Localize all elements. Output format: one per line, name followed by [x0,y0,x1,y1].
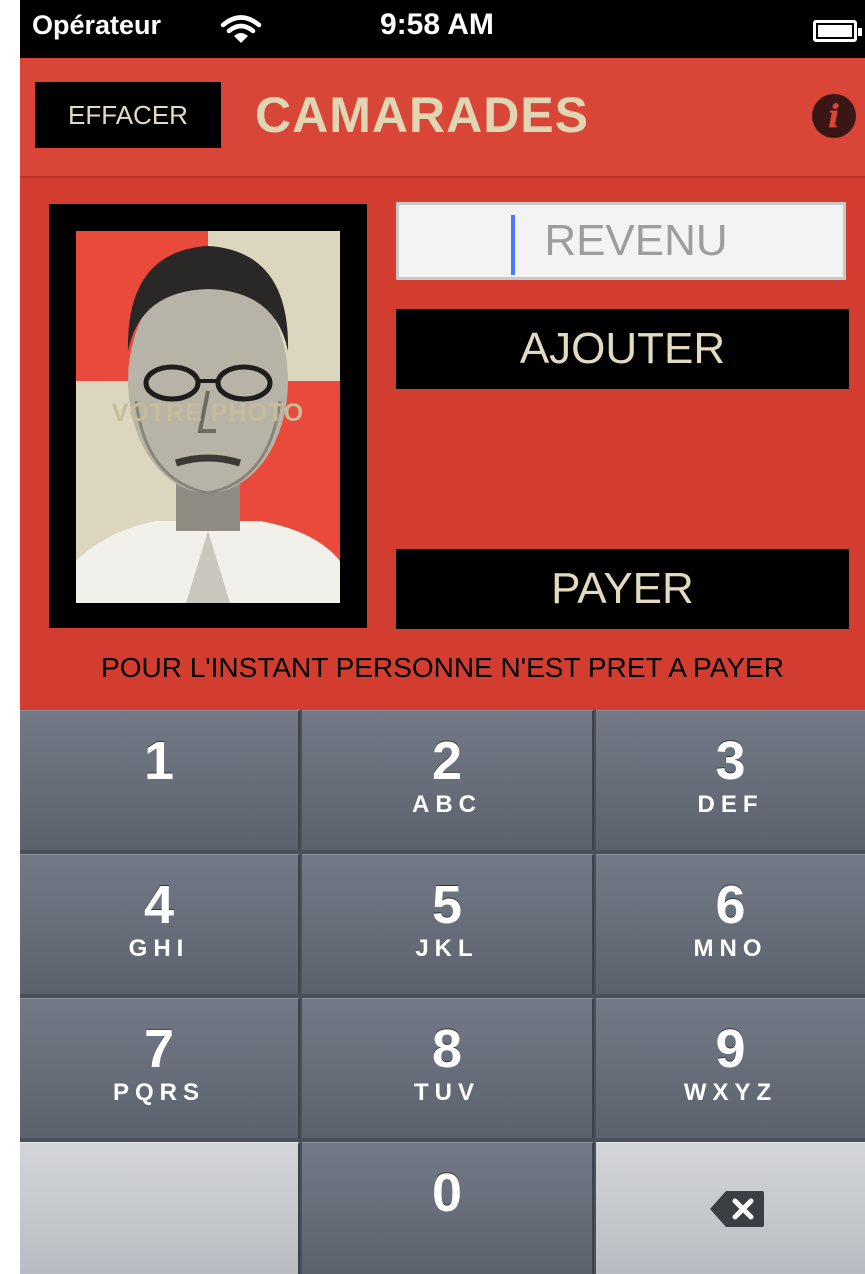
key-digit: 2 [431,731,463,791]
wifi-icon [220,14,262,46]
key-4[interactable]: 4 GHI [20,854,300,994]
battery-icon [813,20,862,42]
info-icon[interactable]: i [812,94,856,138]
nav-bar: EFFACER CAMARADES i [20,58,865,178]
numeric-keypad: 1 2 ABC 3 DEF 4 GHI 5 JKL 6 MNO 7 PQRS 8 [20,710,865,1274]
key-9[interactable]: 9 WXYZ [596,998,865,1138]
key-digit: 6 [715,875,746,935]
photo-frame[interactable]: VOTRE PHOTO [49,204,367,628]
key-1[interactable]: 1 [20,710,300,850]
key-blank [20,1142,300,1274]
key-letters: DEF [697,791,764,818]
key-letters: ABC [412,791,482,818]
key-letters: TUV [414,1079,480,1106]
key-letters: GHI [128,935,190,962]
key-7[interactable]: 7 PQRS [20,998,300,1138]
key-digit: 0 [431,1163,463,1223]
text-caret [511,215,515,275]
pay-button[interactable]: PAYER [396,549,849,629]
clear-button[interactable]: EFFACER [35,82,221,148]
status-bar: Opérateur 9:58 AM [20,0,865,58]
income-input[interactable]: REVENU [396,202,846,280]
key-2[interactable]: 2 ABC [302,710,594,850]
main-content: VOTRE PHOTO REVENU AJOUTER PAYER POUR L'… [20,178,865,710]
status-message: POUR L'INSTANT PERSONNE N'EST PRET A PAY… [101,652,784,683]
key-digit: 9 [715,1019,746,1079]
status-time: 9:58 AM [380,8,494,41]
key-digit: 1 [143,731,175,791]
page-title: CAMARADES [255,87,589,143]
key-digit: 4 [143,875,175,935]
key-5[interactable]: 5 JKL [302,854,594,994]
user-photo[interactable]: VOTRE PHOTO [76,231,340,603]
key-digit: 5 [431,875,463,935]
backspace-icon [708,1189,766,1229]
key-letters: PQRS [112,1079,205,1106]
carrier-name: Opérateur [32,10,162,40]
key-letters: MNO [693,935,768,962]
key-letters: JKL [415,935,479,962]
delete-key[interactable] [596,1142,865,1274]
key-6[interactable]: 6 MNO [596,854,865,994]
key-3[interactable]: 3 DEF [596,710,865,850]
key-0[interactable]: 0 [302,1142,594,1274]
key-8[interactable]: 8 TUV [302,998,594,1138]
key-digit: 7 [143,1019,175,1079]
key-digit: 8 [431,1019,463,1079]
income-placeholder: REVENU [544,216,728,265]
phone-screen: Opérateur 9:58 AM EFFACER CAMARADES i VO… [20,0,865,1274]
photo-label: VOTRE PHOTO [111,399,305,427]
add-button[interactable]: AJOUTER [396,309,849,389]
key-digit: 3 [715,731,746,791]
key-letters: WXYZ [683,1079,778,1106]
